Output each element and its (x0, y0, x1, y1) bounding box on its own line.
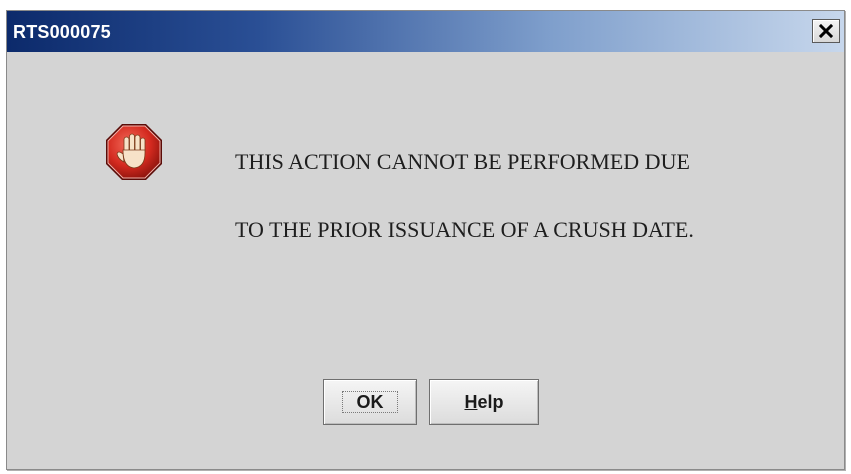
dialog-title: RTS000075 (13, 22, 111, 42)
help-button[interactable]: Help (429, 379, 539, 425)
dialog-window: RTS000075 THIS ACTION CANNOT BE PERFORME… (6, 10, 845, 470)
close-icon (819, 24, 833, 38)
stop-hand-icon (106, 124, 162, 180)
error-message-line-2: TO THE PRIOR ISSUANCE OF A CRUSH DATE. (235, 217, 694, 242)
help-mnemonic: H (464, 391, 478, 412)
help-label-rest: elp (477, 391, 504, 412)
ok-button[interactable]: OK (323, 379, 417, 425)
help-button-label: Help (464, 392, 503, 413)
error-message: THIS ACTION CANNOT BE PERFORMED DUE TO T… (235, 111, 825, 281)
error-message-line-1: THIS ACTION CANNOT BE PERFORMED DUE (235, 149, 690, 174)
title-bar[interactable]: RTS000075 (7, 11, 844, 52)
close-button[interactable] (812, 19, 840, 43)
focus-ring (342, 391, 398, 413)
